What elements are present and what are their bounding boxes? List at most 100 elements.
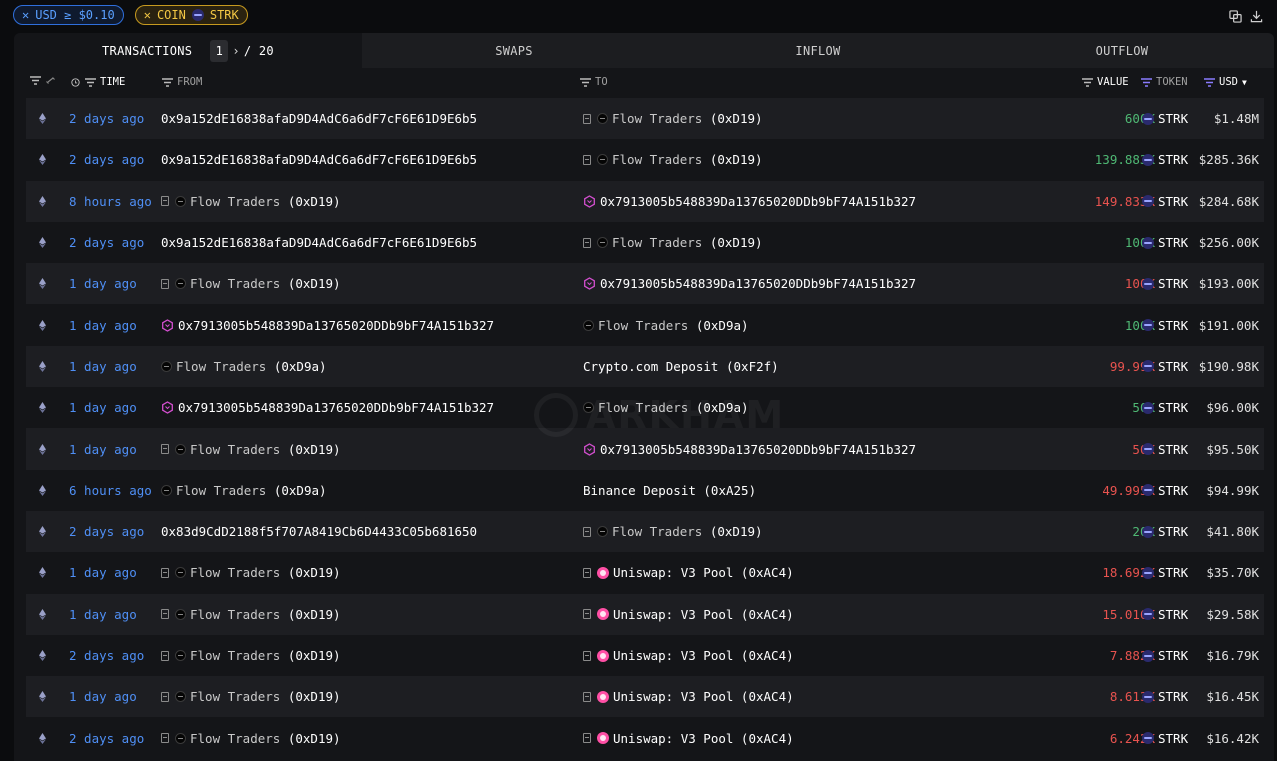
table-row[interactable]: 8 hours ago Flow Traders (0xD19) 0x7913005… bbox=[26, 180, 1264, 222]
from-entity[interactable]: Flow Traders (0xD19) bbox=[190, 194, 341, 209]
coin-filter-chip[interactable]: ✕ COIN STRK bbox=[134, 5, 248, 25]
table-row[interactable]: 2 days ago Flow Traders (0xD19) Uniswap: V… bbox=[26, 717, 1264, 758]
table-row[interactable]: 2 days ago 0x9a152dE16838afaD9D4AdC6a6dF7… bbox=[26, 222, 1264, 263]
close-icon[interactable]: ✕ bbox=[144, 8, 151, 22]
table-row[interactable]: 2 days ago Flow Traders (0xD19) Uniswap: V… bbox=[26, 635, 1264, 676]
value-column-header[interactable]: VALUE bbox=[1082, 76, 1129, 88]
copy-icon[interactable] bbox=[1229, 10, 1242, 23]
time-link[interactable]: 1 day ago bbox=[69, 428, 137, 469]
tab-inflow[interactable]: INFLOW bbox=[666, 33, 970, 68]
to-entity[interactable]: Flow Traders (0xD19) bbox=[612, 524, 763, 539]
time-link[interactable]: 6 hours ago bbox=[69, 470, 152, 511]
token-cell[interactable]: STRK bbox=[1142, 304, 1188, 345]
time-column-header[interactable]: TIME bbox=[70, 76, 125, 88]
token-cell[interactable]: STRK bbox=[1142, 717, 1188, 758]
to-column-header[interactable]: TO bbox=[580, 76, 608, 88]
token-cell[interactable]: STRK bbox=[1142, 594, 1188, 635]
time-link[interactable]: 2 days ago bbox=[69, 98, 144, 139]
from-entity[interactable]: Flow Traders (0xD9a) bbox=[176, 359, 327, 374]
time-link[interactable]: 1 day ago bbox=[69, 594, 137, 635]
to-entity[interactable]: Uniswap: V3 Pool (0xAC4) bbox=[613, 607, 794, 622]
filter-icon[interactable] bbox=[1141, 77, 1152, 87]
token-cell[interactable]: STRK bbox=[1142, 635, 1188, 676]
table-row[interactable]: 1 day ago Flow Traders (0xD9a) Crypto.com … bbox=[26, 345, 1264, 388]
to-address[interactable]: 0x7913005b548839Da13765020DDb9bF74A151b3… bbox=[600, 276, 916, 291]
to-entity[interactable]: Uniswap: V3 Pool (0xAC4) bbox=[613, 565, 794, 580]
to-entity[interactable]: Uniswap: V3 Pool (0xAC4) bbox=[613, 689, 794, 704]
token-cell[interactable]: STRK bbox=[1142, 511, 1188, 552]
clock-icon[interactable] bbox=[70, 77, 81, 87]
token-cell[interactable]: STRK bbox=[1142, 552, 1188, 593]
to-entity[interactable]: Flow Traders (0xD19) bbox=[612, 152, 763, 167]
from-entity[interactable]: Flow Traders (0xD19) bbox=[190, 442, 341, 457]
page-current-input[interactable]: 1 bbox=[210, 39, 229, 62]
from-entity[interactable]: Flow Traders (0xD19) bbox=[190, 276, 341, 291]
close-icon[interactable]: ✕ bbox=[22, 8, 29, 22]
time-link[interactable]: 1 day ago bbox=[69, 387, 137, 428]
from-address[interactable]: 0x83d9CdD2188f5f707A8419Cb6D4433C05b6816… bbox=[161, 524, 477, 539]
link-icon[interactable] bbox=[45, 76, 56, 85]
from-column-header[interactable]: FROM bbox=[162, 76, 202, 88]
to-entity[interactable]: Flow Traders (0xD9a) bbox=[598, 400, 749, 415]
sort-down-icon[interactable]: ▼ bbox=[1242, 78, 1247, 87]
table-row[interactable]: 1 day ago Flow Traders (0xD19) Uniswap: V3… bbox=[26, 676, 1264, 718]
time-link[interactable]: 2 days ago bbox=[69, 139, 144, 180]
filter-icon[interactable] bbox=[580, 77, 591, 87]
time-link[interactable]: 2 days ago bbox=[69, 511, 144, 552]
from-entity[interactable]: Flow Traders (0xD19) bbox=[190, 607, 341, 622]
filter-icon[interactable] bbox=[85, 77, 96, 87]
to-entity[interactable]: Flow Traders (0xD9a) bbox=[598, 318, 749, 333]
to-entity[interactable]: Flow Traders (0xD19) bbox=[612, 111, 763, 126]
to-address[interactable]: 0x7913005b548839Da13765020DDb9bF74A151b3… bbox=[600, 194, 916, 209]
time-link[interactable]: 1 day ago bbox=[69, 346, 137, 387]
filter-icon[interactable] bbox=[30, 76, 41, 85]
token-cell[interactable]: STRK bbox=[1142, 428, 1188, 469]
chevron-right-icon[interactable]: › bbox=[232, 44, 240, 58]
filter-icon[interactable] bbox=[162, 77, 173, 87]
token-cell[interactable]: STRK bbox=[1142, 346, 1188, 387]
tab-transactions[interactable]: TRANSACTIONS 1 › / 20 bbox=[14, 33, 362, 68]
time-link[interactable]: 8 hours ago bbox=[69, 181, 152, 222]
to-address[interactable]: 0x7913005b548839Da13765020DDb9bF74A151b3… bbox=[600, 442, 916, 457]
tab-outflow[interactable]: OUTFLOW bbox=[970, 33, 1274, 68]
usd-column-header[interactable]: USD ▼ bbox=[1204, 76, 1247, 88]
table-row[interactable]: 6 hours ago Flow Traders (0xD9a) Binance D… bbox=[26, 470, 1264, 511]
to-entity[interactable]: Crypto.com Deposit (0xF2f) bbox=[583, 359, 779, 374]
from-entity[interactable]: Flow Traders (0xD19) bbox=[190, 565, 341, 580]
from-entity[interactable]: Flow Traders (0xD19) bbox=[190, 689, 341, 704]
from-entity[interactable]: Flow Traders (0xD19) bbox=[190, 648, 341, 663]
token-cell[interactable]: STRK bbox=[1142, 263, 1188, 304]
from-address[interactable]: 0x7913005b548839Da13765020DDb9bF74A151b3… bbox=[178, 318, 494, 333]
time-link[interactable]: 1 day ago bbox=[69, 676, 137, 717]
from-address[interactable]: 0x7913005b548839Da13765020DDb9bF74A151b3… bbox=[178, 400, 494, 415]
token-cell[interactable]: STRK bbox=[1142, 222, 1188, 263]
from-address[interactable]: 0x9a152dE16838afaD9D4AdC6a6dF7cF6E61D9E6… bbox=[161, 152, 477, 167]
from-entity[interactable]: Flow Traders (0xD19) bbox=[190, 731, 341, 746]
table-row[interactable]: 1 day ago Flow Traders (0xD19) Uniswap: V3… bbox=[26, 593, 1264, 635]
time-link[interactable]: 1 day ago bbox=[69, 263, 137, 304]
token-cell[interactable]: STRK bbox=[1142, 676, 1188, 717]
table-row[interactable]: 2 days ago 0x83d9CdD2188f5f707A8419Cb6D44… bbox=[26, 510, 1264, 553]
token-cell[interactable]: STRK bbox=[1142, 98, 1188, 139]
token-column-header[interactable]: TOKEN bbox=[1141, 76, 1188, 88]
token-cell[interactable]: STRK bbox=[1142, 387, 1188, 428]
table-row[interactable]: 1 day ago Flow Traders (0xD19) 0x7913005b5… bbox=[26, 428, 1264, 470]
time-link[interactable]: 1 day ago bbox=[69, 552, 137, 593]
time-link[interactable]: 2 days ago bbox=[69, 635, 144, 676]
from-address[interactable]: 0x9a152dE16838afaD9D4AdC6a6dF7cF6E61D9E6… bbox=[161, 235, 477, 250]
download-icon[interactable] bbox=[1250, 10, 1263, 23]
usd-filter-chip[interactable]: ✕ USD ≥ $0.10 bbox=[13, 5, 124, 25]
filter-icon[interactable] bbox=[1082, 77, 1093, 87]
table-row[interactable]: 1 day ago 0x7913005b548839Da13765020DDb9b… bbox=[26, 387, 1264, 428]
table-row[interactable]: 1 day ago Flow Traders (0xD19) Uniswap: V3… bbox=[26, 552, 1264, 593]
token-cell[interactable]: STRK bbox=[1142, 181, 1188, 222]
table-row[interactable]: 1 day ago Flow Traders (0xD19) 0x7913005b5… bbox=[26, 263, 1264, 305]
table-row[interactable]: 2 days ago 0x9a152dE16838afaD9D4AdC6a6dF7… bbox=[26, 139, 1264, 180]
table-row[interactable]: 1 day ago 0x7913005b548839Da13765020DDb9b… bbox=[26, 304, 1264, 345]
to-entity[interactable]: Binance Deposit (0xA25) bbox=[583, 483, 756, 498]
filter-icon[interactable] bbox=[1204, 77, 1215, 87]
tab-swaps[interactable]: SWAPS bbox=[362, 33, 666, 68]
table-row[interactable]: 2 days ago 0x9a152dE16838afaD9D4AdC6a6dF7… bbox=[26, 98, 1264, 140]
to-entity[interactable]: Uniswap: V3 Pool (0xAC4) bbox=[613, 731, 794, 746]
to-entity[interactable]: Flow Traders (0xD19) bbox=[612, 235, 763, 250]
